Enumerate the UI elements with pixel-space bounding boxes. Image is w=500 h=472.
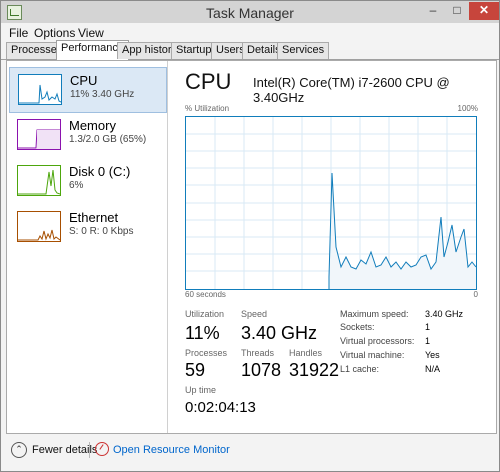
processes-label: Processes: [185, 348, 228, 358]
virtual-machine-value: Yes: [425, 350, 440, 360]
footer-separator: [89, 442, 90, 458]
resource-name: Disk 0 (C:): [69, 164, 131, 179]
processes-value: 59: [185, 360, 206, 380]
cpu-detail-pane: CPU Intel(R) Core(TM) i7-2600 CPU @ 3.40…: [185, 61, 495, 433]
resource-name: CPU: [70, 73, 98, 88]
resource-cpu[interactable]: CPU 11% 3.40 GHz: [9, 67, 167, 113]
menu-view[interactable]: View: [78, 26, 104, 40]
l1-cache-value: N/A: [425, 364, 441, 374]
footer-bar: ⌃ Fewer details Open Resource Monitor: [1, 434, 499, 470]
percent-min-label: 0: [473, 290, 478, 299]
tab-services[interactable]: Services: [277, 42, 330, 59]
utilization-value: 11%: [185, 323, 220, 343]
menu-file[interactable]: File: [9, 26, 28, 40]
resource-detail: S: 0 R: 0 Kbps: [69, 226, 134, 237]
close-button[interactable]: ✕: [469, 2, 499, 20]
maximize-button[interactable]: □: [445, 2, 469, 20]
speed-label: Speed: [241, 309, 268, 319]
fewer-details-icon[interactable]: ⌃: [11, 442, 27, 458]
memory-thumbnail-graph: [17, 119, 61, 150]
resource-name: Memory: [69, 118, 116, 133]
resource-detail: 1.3/2.0 GB (65%): [69, 134, 147, 145]
l1-cache-label: L1 cache:: [340, 364, 380, 374]
handles-label: Handles: [289, 348, 323, 358]
open-resource-monitor-link[interactable]: Open Resource Monitor: [113, 444, 230, 456]
threads-value: 1078: [241, 360, 282, 380]
resource-memory[interactable]: Memory 1.3/2.0 GB (65%): [9, 113, 165, 157]
tab-strip: Processes Performance App history Startu…: [1, 40, 499, 60]
speed-value: 3.40 GHz: [241, 323, 318, 343]
sockets-label: Sockets:: [340, 322, 375, 332]
resource-ethernet[interactable]: Ethernet S: 0 R: 0 Kbps: [9, 205, 165, 249]
uptime-value: 0:02:04:13: [185, 399, 256, 416]
cpu-utilization-graph: [185, 116, 477, 290]
tab-startup[interactable]: Startup: [171, 42, 217, 59]
handles-value: 31922: [289, 360, 340, 380]
resource-monitor-icon: [95, 442, 109, 456]
cpu-utilization-chart: [186, 117, 476, 289]
utilization-axis-label: % Utilization: [185, 104, 230, 113]
sockets-value: 1: [425, 322, 431, 332]
resource-disk[interactable]: Disk 0 (C:) 6%: [9, 159, 165, 203]
menu-bar: File Options View: [1, 23, 499, 41]
utilization-label: Utilization: [185, 309, 225, 319]
disk-thumbnail-graph: [17, 165, 61, 196]
resource-detail: 11% 3.40 GHz: [70, 89, 135, 100]
cpu-model-name: Intel(R) Core(TM) i7-2600 CPU @ 3.40GHz: [253, 75, 450, 105]
minimize-button[interactable]: –: [421, 2, 445, 20]
title-bar[interactable]: Task Manager – □ ✕: [1, 1, 499, 23]
percent-max-label: 100%: [457, 104, 478, 113]
task-manager-window: Task Manager – □ ✕ File Options View Pro…: [0, 0, 500, 472]
performance-panel: CPU 11% 3.40 GHz Memory 1.3/2.0 GB (65%)…: [6, 60, 497, 434]
cpu-utilization-area: [329, 173, 476, 289]
threads-label: Threads: [241, 348, 275, 358]
resource-name: Ethernet: [69, 210, 119, 225]
virtual-machine-label: Virtual machine:: [340, 350, 405, 360]
max-speed-label: Maximum speed:: [340, 309, 409, 319]
cpu-thumbnail-graph: [18, 74, 62, 105]
uptime-label: Up time: [185, 385, 217, 395]
cpu-heading: CPU: [185, 69, 232, 94]
resource-detail: 6%: [69, 180, 84, 191]
ethernet-thumbnail-graph: [17, 211, 61, 242]
virtual-processors-value: 1: [425, 336, 431, 346]
time-span-label: 60 seconds: [185, 290, 226, 299]
max-speed-value: 3.40 GHz: [425, 309, 464, 319]
virtual-processors-label: Virtual processors:: [340, 336, 415, 346]
fewer-details-link[interactable]: Fewer details: [32, 444, 97, 456]
menu-options[interactable]: Options: [34, 26, 75, 40]
resource-list: CPU 11% 3.40 GHz Memory 1.3/2.0 GB (65%)…: [7, 61, 168, 433]
